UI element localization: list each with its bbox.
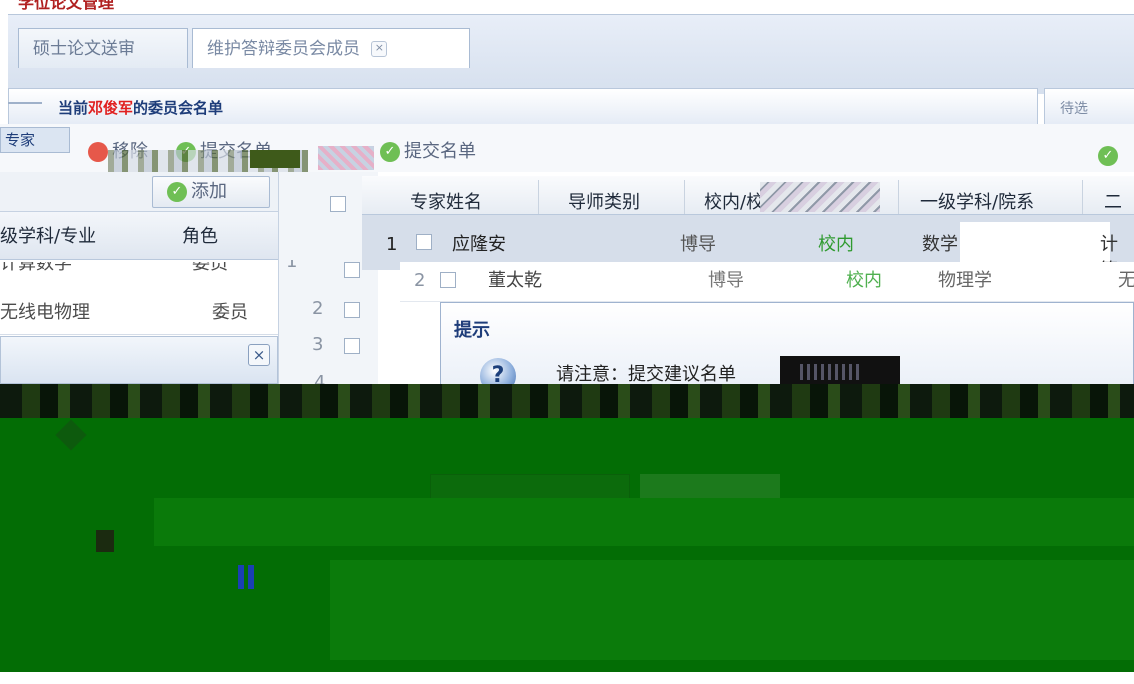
- table-cell-dept: 数学: [922, 234, 958, 255]
- add-label: 添加: [191, 181, 227, 202]
- row-checkbox[interactable]: [344, 262, 360, 278]
- left-dialog-header: [0, 336, 278, 384]
- table-cell-role: 委员: [192, 262, 228, 274]
- render-artifact: [330, 560, 1134, 660]
- check-icon: ✓: [380, 142, 400, 162]
- select-all-checkbox[interactable]: [330, 196, 346, 212]
- column-header-subject[interactable]: 级学科/专业: [0, 222, 96, 248]
- render-artifact: [154, 498, 1134, 546]
- render-artifact: [238, 565, 258, 589]
- add-button[interactable]: ✓ 添加: [152, 176, 270, 208]
- tab-label: 维护答辩委员会成员: [207, 39, 360, 59]
- row-number: 1: [386, 234, 398, 255]
- collapse-handle[interactable]: [8, 102, 42, 104]
- tab-committee-members[interactable]: 维护答辩委员会成员 ×: [192, 28, 470, 68]
- right-toolbar-button[interactable]: ✓: [1098, 142, 1122, 170]
- column-header-role[interactable]: 角色: [182, 222, 218, 248]
- panel-title: 当前邓俊军的委员会名单: [58, 96, 223, 120]
- table-cell-subject: 无线电物理: [0, 302, 90, 323]
- title-prefix: 当前: [58, 99, 89, 117]
- person-name: 邓俊军: [88, 99, 134, 117]
- row-checkbox[interactable]: [440, 272, 456, 288]
- row-checkbox[interactable]: [344, 302, 360, 318]
- submit-label: 提交名单: [404, 141, 476, 162]
- row-number: 1: [286, 260, 298, 272]
- table-cell-type: 博导: [708, 270, 744, 291]
- row-number: 3: [312, 334, 324, 355]
- remove-icon: [88, 142, 108, 162]
- table-cell-name: 董太乾: [488, 270, 542, 291]
- row-checkbox[interactable]: [344, 338, 360, 354]
- table-cell-role: 委员: [212, 302, 248, 323]
- column-divider: [1082, 180, 1083, 218]
- table-cell-dept: 物理学: [938, 270, 992, 291]
- tab-label: 硕士论文送审: [33, 39, 135, 59]
- candidate-panel-header: [1044, 88, 1134, 128]
- table-cell-name: 应隆安: [452, 234, 506, 255]
- row-number: 4: [314, 372, 326, 384]
- render-artifact: [250, 150, 300, 168]
- row-checkbox[interactable]: [416, 234, 432, 250]
- column-divider: [538, 180, 539, 218]
- check-icon: ✓: [167, 182, 187, 202]
- title-suffix: 的委员会名单: [133, 99, 224, 117]
- column-header-name[interactable]: 专家姓名: [410, 188, 482, 214]
- table-cell-subject: 计算数学: [0, 262, 72, 274]
- table-cell-subdiscipline: 无: [1118, 270, 1134, 291]
- dialog-message: 请注意：提交建议名单: [556, 364, 736, 385]
- close-icon[interactable]: ×: [248, 344, 270, 366]
- render-artifact: [318, 146, 374, 170]
- check-icon: ✓: [1098, 146, 1118, 166]
- close-icon[interactable]: ×: [371, 41, 388, 57]
- render-artifact: [96, 530, 114, 552]
- table-cell-in-out: 校内: [818, 234, 854, 255]
- expert-tab[interactable]: 专家: [0, 127, 70, 153]
- app-title: 学位论文管理: [0, 0, 1134, 14]
- row-number: 2: [312, 298, 324, 319]
- bottom-edge: [0, 672, 1134, 684]
- candidate-panel-title: 待选: [1060, 101, 1088, 117]
- column-divider: [898, 180, 899, 218]
- column-divider: [684, 180, 685, 218]
- render-artifact-band: [0, 384, 1134, 418]
- dialog-title: 提示: [454, 320, 490, 341]
- render-artifact: [800, 364, 860, 380]
- render-artifact: [760, 182, 880, 212]
- submit-list-button-overlay[interactable]: ✓ 提交名单: [380, 138, 476, 166]
- column-header-type[interactable]: 导师类别: [568, 188, 640, 214]
- tab-thesis-review[interactable]: 硕士论文送审: [18, 28, 188, 68]
- render-artifact: [960, 222, 1110, 264]
- table-cell-type: 博导: [680, 234, 716, 255]
- row-number: 2: [414, 270, 426, 291]
- table-cell-in-out: 校内: [846, 270, 882, 291]
- divider: [0, 334, 278, 335]
- column-header-dept[interactable]: 一级学科/院系: [920, 188, 1034, 214]
